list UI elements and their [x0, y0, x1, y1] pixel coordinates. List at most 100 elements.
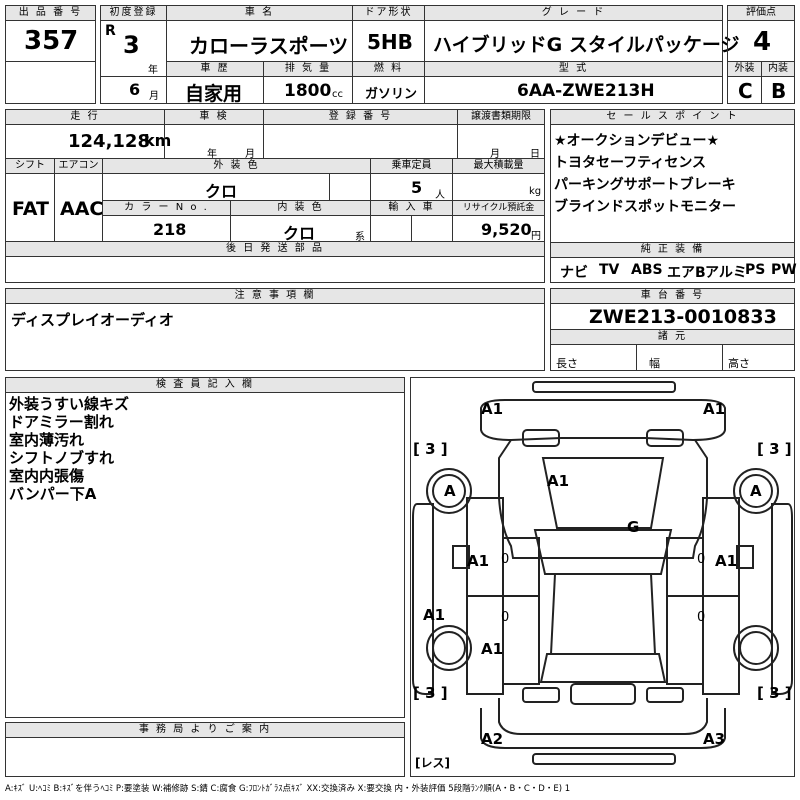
tire-fl-value: 3 — [425, 440, 436, 458]
inspector-line: バンパー下A — [9, 485, 97, 503]
displacement-value: 1800 — [284, 81, 332, 101]
grade-cell: ハイブリッドG スタイルパッケージ — [424, 20, 739, 62]
notes-cell: ディスプレイオーディオ — [5, 303, 545, 371]
later-parts-label: 後 日 発 送 部 品 — [5, 241, 545, 257]
shift-label: シフト — [5, 158, 55, 174]
inspector-line: ドアミラー割れ — [9, 413, 114, 431]
history-label: 車 歴 — [166, 61, 264, 77]
width-label: 幅 — [649, 357, 660, 370]
mark-door-fl: A1 — [467, 552, 490, 570]
history-cell: 自家用 — [166, 76, 264, 105]
grade-label: グ レ ー ド — [424, 5, 723, 21]
mark-wheel-fl: A — [444, 482, 456, 500]
grade-value: ハイブリッドG スタイルパッケージ — [433, 34, 740, 56]
mileage-label: 走 行 — [5, 109, 165, 125]
mark-rear-bumper-l: A2 — [481, 730, 504, 748]
recycle-cell: 9,520 円 — [452, 215, 545, 242]
mark-rear-l: A1 — [481, 640, 504, 658]
interior-value: B — [771, 79, 787, 103]
ext-color-extra-cell — [329, 173, 371, 201]
model-label: 型 式 — [424, 61, 723, 77]
equip-pw: PW — [771, 262, 797, 278]
model-cell: 6AA-ZWE213H — [424, 76, 723, 104]
sales-point-item: ★オークションデビュー★ — [554, 133, 720, 149]
mark-tire-rr: [ 3 ] — [757, 684, 792, 702]
office-cell — [5, 737, 405, 777]
displacement-label: 排 気 量 — [263, 61, 353, 77]
ext-color-label: 外 装 色 — [102, 158, 371, 174]
mark-door-fr-zero: 0 — [697, 552, 706, 567]
mark-hood: A1 — [547, 472, 570, 490]
later-parts-cell — [5, 256, 545, 283]
lot-blank-cell — [5, 61, 96, 104]
int-color-label: 内 装 色 — [230, 200, 371, 216]
transfer-cell: 月 日 — [457, 124, 545, 160]
tire-rl-value: 3 — [425, 684, 436, 702]
month-value: 6 — [129, 80, 141, 99]
legend: A:ｷｽﾞ U:ﾍｺﾐ B:ｷｽﾞを伴うﾍｺﾐ P:要塗装 W:補修跡 S:錆 … — [5, 784, 571, 794]
shift-value: FAT — [12, 198, 49, 220]
year-unit: 年 — [148, 65, 158, 76]
recycle-unit: 円 — [531, 231, 541, 242]
mileage-value: 124,128 — [68, 131, 150, 152]
width-cell: 幅 — [636, 344, 723, 371]
inspector-label: 検 査 員 記 入 欄 — [5, 377, 405, 393]
mark-rear-bumper-r: A3 — [703, 730, 726, 748]
tire-fr-value: 3 — [769, 440, 780, 458]
ext-color-cell: クロ — [102, 173, 330, 201]
ac-cell: AAC — [54, 173, 103, 242]
car-outline-icon — [412, 381, 793, 765]
sales-points-label: セ ー ル ス ポ イ ン ト — [550, 109, 795, 125]
equip-navi: ナビ — [560, 265, 588, 281]
import-cell-a — [370, 215, 412, 242]
specs-label: 諸 元 — [550, 329, 795, 345]
reg-number-label: 登 録 番 号 — [263, 109, 458, 125]
transfer-label: 譲渡書類期限 — [457, 109, 545, 125]
equipment-cell: ナビ TV ABS エアB アルミ PS PW — [550, 257, 797, 283]
recycle-label: リサイクル預託金 — [452, 200, 545, 216]
mark-front-left: A1 — [481, 400, 504, 418]
recycle-value: 9,520 — [481, 220, 532, 239]
equip-tv: TV — [599, 262, 620, 278]
equip-airbag: エアB — [667, 265, 706, 281]
mark-tire-fr: [ 3 ] — [757, 440, 792, 458]
mark-tire-rl: [ 3 ] — [413, 684, 448, 702]
equip-ps: PS — [745, 262, 766, 278]
color-no-label: カ ラ ー N o . — [102, 200, 231, 216]
ac-label: エアコン — [54, 158, 103, 174]
capacity-value: 5 — [411, 178, 423, 197]
first-reg-cell: R 3 年 — [100, 20, 167, 77]
chassis-cell: ZWE213-0010833 — [550, 303, 795, 330]
equipment-label: 純 正 装 備 — [550, 242, 795, 258]
capacity-label: 乗車定員 — [370, 158, 453, 174]
office-label: 事 務 局 よ り ご 案 内 — [5, 722, 405, 738]
interior-label: 内装 — [761, 61, 795, 77]
ext-color-value: クロ — [205, 182, 238, 201]
car-name: カローラスポーツ — [189, 34, 349, 58]
mark-door-rr-zero: 0 — [697, 610, 706, 625]
notes-label: 注 意 事 項 欄 — [5, 288, 545, 304]
color-no-value: 218 — [153, 220, 187, 239]
chassis-value: ZWE213-0010833 — [589, 306, 777, 328]
model-value: 6AA-ZWE213H — [517, 81, 655, 101]
height-cell: 高さ — [722, 344, 795, 371]
height-label: 高さ — [728, 357, 750, 370]
max-load-unit: kg — [529, 186, 542, 197]
fuel-label: 燃 料 — [352, 61, 425, 77]
interior-cell: B — [761, 76, 795, 104]
mark-door-fl-zero: 0 — [501, 552, 510, 567]
car-name-cell: カローラスポーツ — [166, 20, 353, 62]
inspector-line: 外装うすい線キズ — [9, 395, 130, 413]
max-load-cell: kg — [452, 173, 545, 201]
inspector-line: シフトノブすれ — [9, 449, 115, 467]
notes-text: ディスプレイオーディオ — [11, 311, 174, 329]
mark-spare: [レス] — [415, 756, 450, 770]
history-value: 自家用 — [185, 83, 243, 105]
car-diagram: A1 A1 [ 3 ] [ 3 ] A A A1 G A1 0 A1 0 A1 … — [410, 377, 795, 777]
door-value: 5HB — [367, 30, 413, 54]
car-name-label: 車 名 — [166, 5, 353, 21]
mark-door-rl-zero: 0 — [501, 610, 510, 625]
import-cell-b — [411, 215, 453, 242]
first-reg-label: 初度登録 — [100, 5, 167, 21]
exterior-cell: C — [727, 76, 762, 104]
